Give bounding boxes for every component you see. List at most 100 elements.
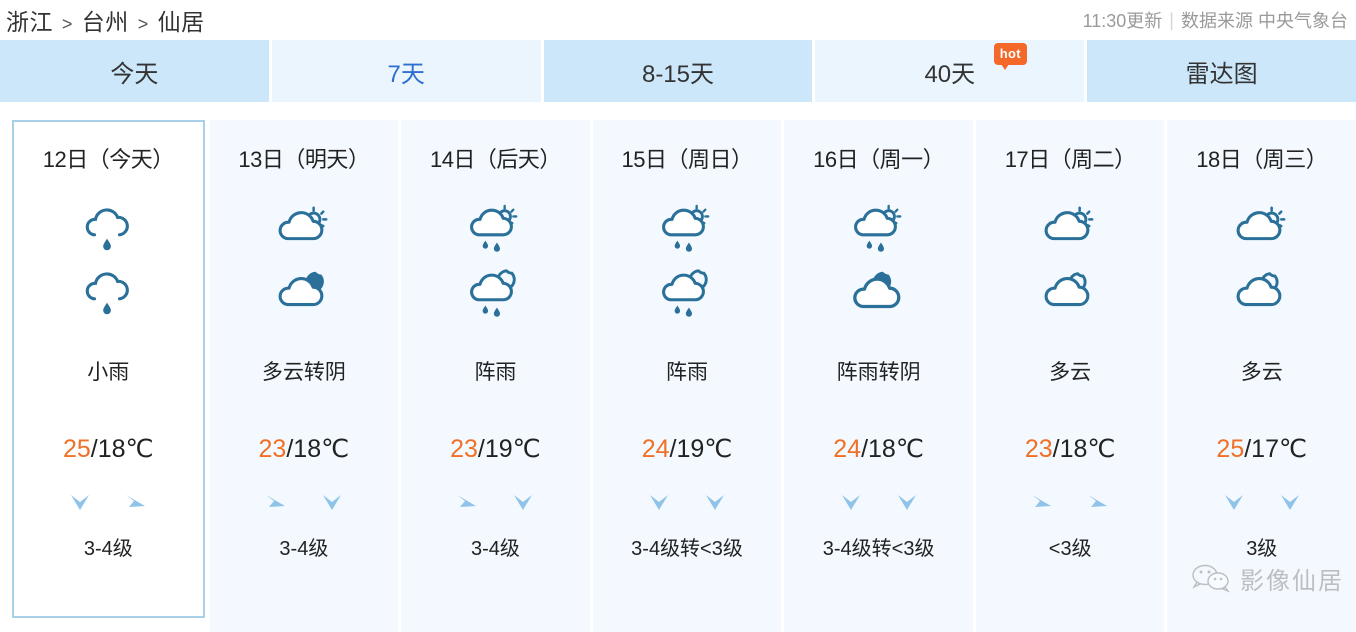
wind-arrow-group	[837, 488, 921, 516]
shower-night-icon	[662, 269, 708, 317]
tab-today[interactable]: 今天	[0, 40, 269, 102]
light-rain-icon	[86, 208, 130, 251]
day-wind-level: 3-4级	[83, 538, 133, 560]
shower-day-icon	[470, 204, 518, 252]
update-time: 11:30更新	[1082, 11, 1163, 31]
wind-arrow-east-icon	[265, 495, 285, 507]
day-temperature: 23/18℃	[1025, 434, 1116, 464]
day-condition: 小雨	[87, 361, 130, 384]
day-wind-level: 3-4级	[279, 538, 329, 560]
day-card[interactable]: 13日（明天） 多云转阴 23/18℃ 3-4级	[209, 120, 399, 632]
day-condition: 多云	[1240, 361, 1283, 384]
weather-icon-group	[848, 202, 910, 320]
day-high-temp: 25	[62, 435, 91, 463]
day-wind-level: 3-4级	[470, 538, 520, 560]
day-card[interactable]: 18日（周三） 多云 25/17℃ 3级	[1167, 120, 1356, 632]
meta-divider: |	[1169, 9, 1174, 30]
cloudy-night-icon	[1236, 272, 1282, 307]
day-high-temp: 23	[450, 435, 478, 463]
cloudy-night-icon	[278, 271, 324, 307]
breadcrumb-province[interactable]: 浙江	[6, 9, 53, 35]
data-source: 数据来源 中央气象台	[1180, 11, 1348, 31]
wind-arrow-east-icon	[1032, 495, 1052, 507]
day-high-temp: 24	[833, 435, 862, 463]
day-condition: 多云转阴	[261, 361, 346, 384]
tab-radar[interactable]: 雷达图	[1087, 40, 1356, 102]
day-low-temp: /19℃	[477, 435, 541, 463]
tab-40days[interactable]: 40天 hot	[815, 40, 1085, 102]
shower-day-icon	[662, 204, 710, 252]
tab-7days-label: 7天	[387, 60, 425, 88]
cloudy-night-icon	[1044, 272, 1090, 307]
page-header: 浙江 > 台州 > 仙居 11:30更新 | 数据来源 中央气象台	[0, 0, 1356, 40]
wind-arrow-group	[645, 488, 729, 516]
wind-arrow-south-icon	[1280, 495, 1299, 510]
breadcrumb-city[interactable]: 台州	[82, 9, 129, 35]
day-low-temp: /18℃	[861, 435, 924, 463]
tab-40days-label: 40天	[924, 60, 976, 88]
cloudy-day-icon	[1044, 206, 1094, 241]
day-temperature: 23/19℃	[450, 434, 541, 464]
breadcrumb: 浙江 > 台州 > 仙居	[6, 3, 205, 37]
day-low-temp: /19℃	[669, 435, 733, 463]
wind-arrow-south-icon	[841, 495, 860, 510]
wind-arrow-south-icon	[322, 495, 341, 510]
hot-badge: hot	[993, 43, 1027, 70]
breadcrumb-district[interactable]: 仙居	[158, 9, 205, 35]
day-low-temp: /18℃	[90, 435, 154, 463]
overcast-night-icon	[852, 271, 900, 309]
day-temperature: 24/18℃	[833, 434, 924, 464]
day-card[interactable]: 15日（周日） 阵雨 24/19℃ 3-4级转<3级	[592, 120, 782, 632]
wind-arrow-group	[1028, 488, 1112, 516]
shower-day-icon	[853, 204, 901, 252]
tab-8-15days[interactable]: 8-15天	[543, 40, 813, 102]
weather-icon-group	[1231, 202, 1293, 320]
wind-arrow-east-icon	[126, 495, 146, 507]
day-date: 16日（周一）	[813, 147, 945, 172]
day-low-temp: /18℃	[286, 435, 350, 463]
forecast-tabs: 今天 7天 8-15天 40天 hot 雷达图	[0, 40, 1356, 102]
light-rain-icon	[86, 272, 130, 315]
day-date: 13日（明天）	[238, 147, 370, 172]
weather-icon-group	[1039, 202, 1101, 320]
day-condition: 阵雨	[666, 361, 709, 384]
weather-icon-group	[273, 202, 335, 320]
day-temperature: 23/18℃	[259, 434, 350, 464]
day-card-today[interactable]: 12日（今天） 小雨 25/18℃ 3-4级	[12, 120, 205, 618]
day-high-temp: 24	[641, 435, 670, 463]
day-high-temp: 23	[258, 435, 287, 463]
wind-arrow-south-icon	[1224, 495, 1243, 510]
wind-arrow-group	[262, 488, 346, 516]
day-date: 15日（周日）	[621, 147, 753, 172]
wind-arrow-group	[1220, 488, 1304, 516]
cloudy-day-icon	[1236, 206, 1286, 241]
day-condition: 阵雨转阴	[836, 361, 921, 384]
day-wind-level: <3级	[1048, 538, 1092, 560]
day-high-temp: 25	[1216, 435, 1245, 463]
wind-arrow-south-icon	[71, 495, 90, 510]
wind-arrow-south-icon	[514, 495, 533, 510]
wind-arrow-group	[66, 488, 150, 516]
weather-icon-group	[656, 202, 718, 320]
day-wind-level: 3-4级转<3级	[822, 538, 935, 560]
wind-arrow-south-icon	[897, 495, 916, 510]
day-condition: 阵雨	[474, 361, 517, 384]
day-date: 17日（周二）	[1004, 147, 1136, 172]
day-low-temp: /18℃	[1052, 435, 1116, 463]
breadcrumb-separator-2: >	[137, 14, 149, 34]
day-card[interactable]: 14日（后天） 阵雨 23/19℃ 3-4级	[401, 120, 590, 632]
day-wind-level: 3级	[1246, 538, 1278, 560]
wind-arrow-south-icon	[650, 495, 669, 510]
weather-icon-group	[464, 202, 526, 320]
header-meta: 11:30更新 | 数据来源 中央气象台	[1083, 7, 1348, 33]
day-high-temp: 23	[1024, 435, 1053, 463]
forecast-day-list: 12日（今天） 小雨 25/18℃ 3-4级 13日（明天） 多云转阴 23/1…	[0, 102, 1356, 632]
tab-7days[interactable]: 7天	[271, 40, 541, 102]
day-card[interactable]: 17日（周二） 多云 23/18℃ <3级	[975, 120, 1165, 632]
tab-radar-label: 雷达图	[1185, 60, 1258, 88]
wind-arrow-group	[453, 488, 537, 516]
day-date: 14日（后天）	[429, 147, 561, 172]
day-condition: 多云	[1049, 361, 1092, 384]
day-card[interactable]: 16日（周一） 阵雨转阴 24/18℃ 3-4级转<3级	[784, 120, 973, 632]
day-low-temp: /17℃	[1244, 435, 1308, 463]
